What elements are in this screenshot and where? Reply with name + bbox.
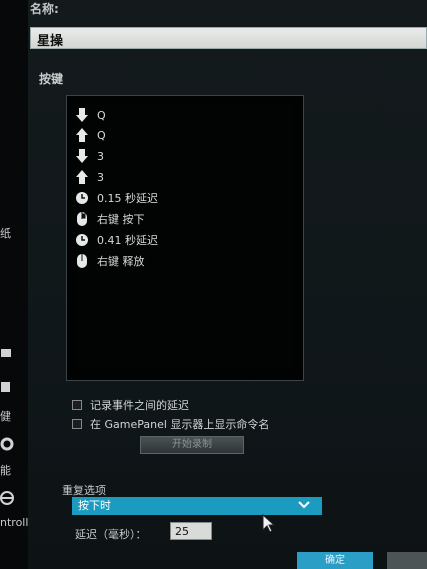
macro-event-text: 右键 释放 bbox=[97, 255, 145, 268]
controller-icon[interactable] bbox=[0, 490, 16, 506]
arrow-down-icon bbox=[76, 149, 88, 163]
mouse-right-icon bbox=[77, 254, 87, 268]
macro-event-row[interactable]: 0.41 秒延迟 bbox=[75, 231, 158, 249]
macro-event-row[interactable]: 0.15 秒延迟 bbox=[75, 189, 158, 207]
record-delays-label: 记录事件之间的延迟 bbox=[90, 399, 189, 412]
sidebar-icon-1[interactable] bbox=[0, 346, 14, 360]
macro-event-text: Q bbox=[97, 128, 106, 142]
gear-icon[interactable] bbox=[0, 436, 16, 452]
arrow-up-icon bbox=[76, 128, 88, 142]
macro-event-text: 3 bbox=[97, 170, 104, 184]
macro-event-text: 0.15 秒延迟 bbox=[97, 192, 158, 205]
macro-event-text: 右键 按下 bbox=[97, 213, 145, 226]
macro-event-row[interactable]: Q bbox=[75, 106, 106, 124]
arrow-down-icon bbox=[76, 108, 88, 122]
macro-event-text: 0.41 秒延迟 bbox=[97, 234, 158, 247]
macro-event-row[interactable]: Q bbox=[75, 126, 106, 144]
arrow-up-icon bbox=[76, 170, 88, 184]
macro-event-list[interactable]: Q Q 3 3 0.15 秒延迟 右键 按下 0.41 秒延迟 右键 释放 bbox=[66, 95, 304, 381]
sidebar-icon-2[interactable] bbox=[0, 380, 14, 394]
show-gamepanel-option[interactable]: 在 GamePanel 显示器上显示命令名 bbox=[72, 416, 269, 432]
mouse-cursor-icon bbox=[262, 514, 276, 533]
mouse-right-icon bbox=[77, 212, 87, 226]
delay-input[interactable]: 25 bbox=[170, 522, 212, 540]
record-delays-option[interactable]: 记录事件之间的延迟 bbox=[72, 397, 189, 413]
sidebar-fragment-2: 健 bbox=[0, 410, 11, 423]
sidebar-fragment-1: 纸 bbox=[0, 227, 11, 240]
macro-event-text: Q bbox=[97, 108, 106, 122]
cancel-button[interactable] bbox=[387, 552, 427, 569]
ok-button[interactable]: 确定 bbox=[297, 552, 373, 569]
show-gamepanel-checkbox[interactable] bbox=[72, 419, 82, 429]
repeat-select[interactable]: 按下时 bbox=[72, 497, 322, 515]
start-recording-button[interactable]: 开始录制 bbox=[140, 436, 244, 454]
macro-event-row[interactable]: 3 bbox=[75, 168, 104, 186]
macro-event-row[interactable]: 右键 按下 bbox=[75, 210, 145, 228]
name-input[interactable]: 星操 bbox=[30, 27, 427, 49]
sidebar-fragment-3: 能 bbox=[0, 464, 11, 477]
chevron-down-icon bbox=[298, 501, 310, 509]
macro-event-row[interactable]: 3 bbox=[75, 147, 104, 165]
repeat-selected-value: 按下时 bbox=[78, 499, 111, 512]
repeat-options-label: 重复选项 bbox=[62, 484, 106, 497]
record-delays-checkbox[interactable] bbox=[72, 400, 82, 410]
keys-label: 按键 bbox=[39, 72, 64, 86]
show-gamepanel-label: 在 GamePanel 显示器上显示命令名 bbox=[90, 418, 270, 431]
macro-event-row[interactable]: 右键 释放 bbox=[75, 252, 145, 270]
macro-event-text: 3 bbox=[97, 149, 104, 163]
left-sidebar: 纸 健 能 ntrollo bbox=[0, 0, 35, 569]
name-label: 名称: bbox=[30, 2, 59, 16]
clock-icon bbox=[76, 234, 88, 246]
clock-icon bbox=[76, 192, 88, 204]
delay-label: 延迟（毫秒）： bbox=[75, 528, 147, 541]
